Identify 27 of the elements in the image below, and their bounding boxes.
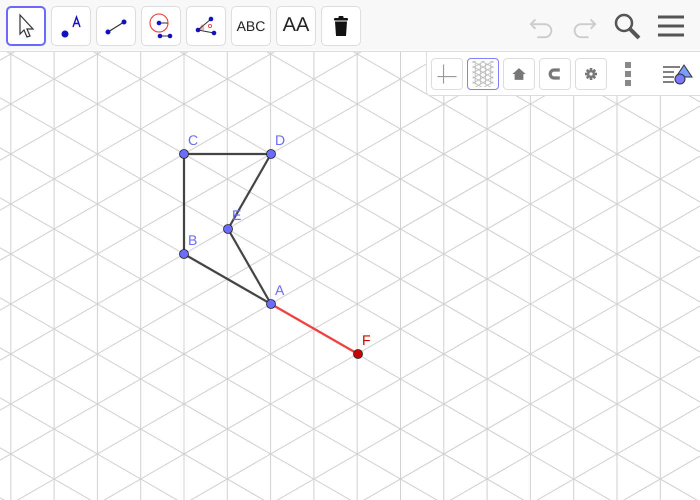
more-button[interactable] [625,62,631,86]
circle-tool[interactable] [141,6,181,46]
angle-tool[interactable] [186,6,226,46]
axes-button[interactable] [431,58,463,90]
point-label: C [188,132,198,148]
style-tool[interactable]: AA [276,6,316,46]
snap-button[interactable] [539,58,571,90]
grid-icon [470,60,496,86]
point-tool[interactable] [51,6,91,46]
more-icon [625,62,631,86]
settings-button[interactable] [575,58,607,90]
point-label: B [188,232,198,248]
grid-button[interactable] [467,58,499,90]
point-marker[interactable] [223,224,233,234]
point-marker[interactable] [266,149,276,159]
point-label: A [275,282,284,298]
segment-tool[interactable] [96,6,136,46]
point-marker[interactable] [353,349,363,359]
point-label: F [362,332,371,348]
home-button[interactable] [503,58,535,90]
point-marker[interactable] [179,149,189,159]
delete-tool[interactable] [321,6,361,46]
point-marker[interactable] [179,249,189,259]
move-tool[interactable] [6,6,46,46]
text-tool[interactable]: ABC [231,6,271,46]
point-marker[interactable] [266,299,276,309]
point-label: D [275,132,286,148]
